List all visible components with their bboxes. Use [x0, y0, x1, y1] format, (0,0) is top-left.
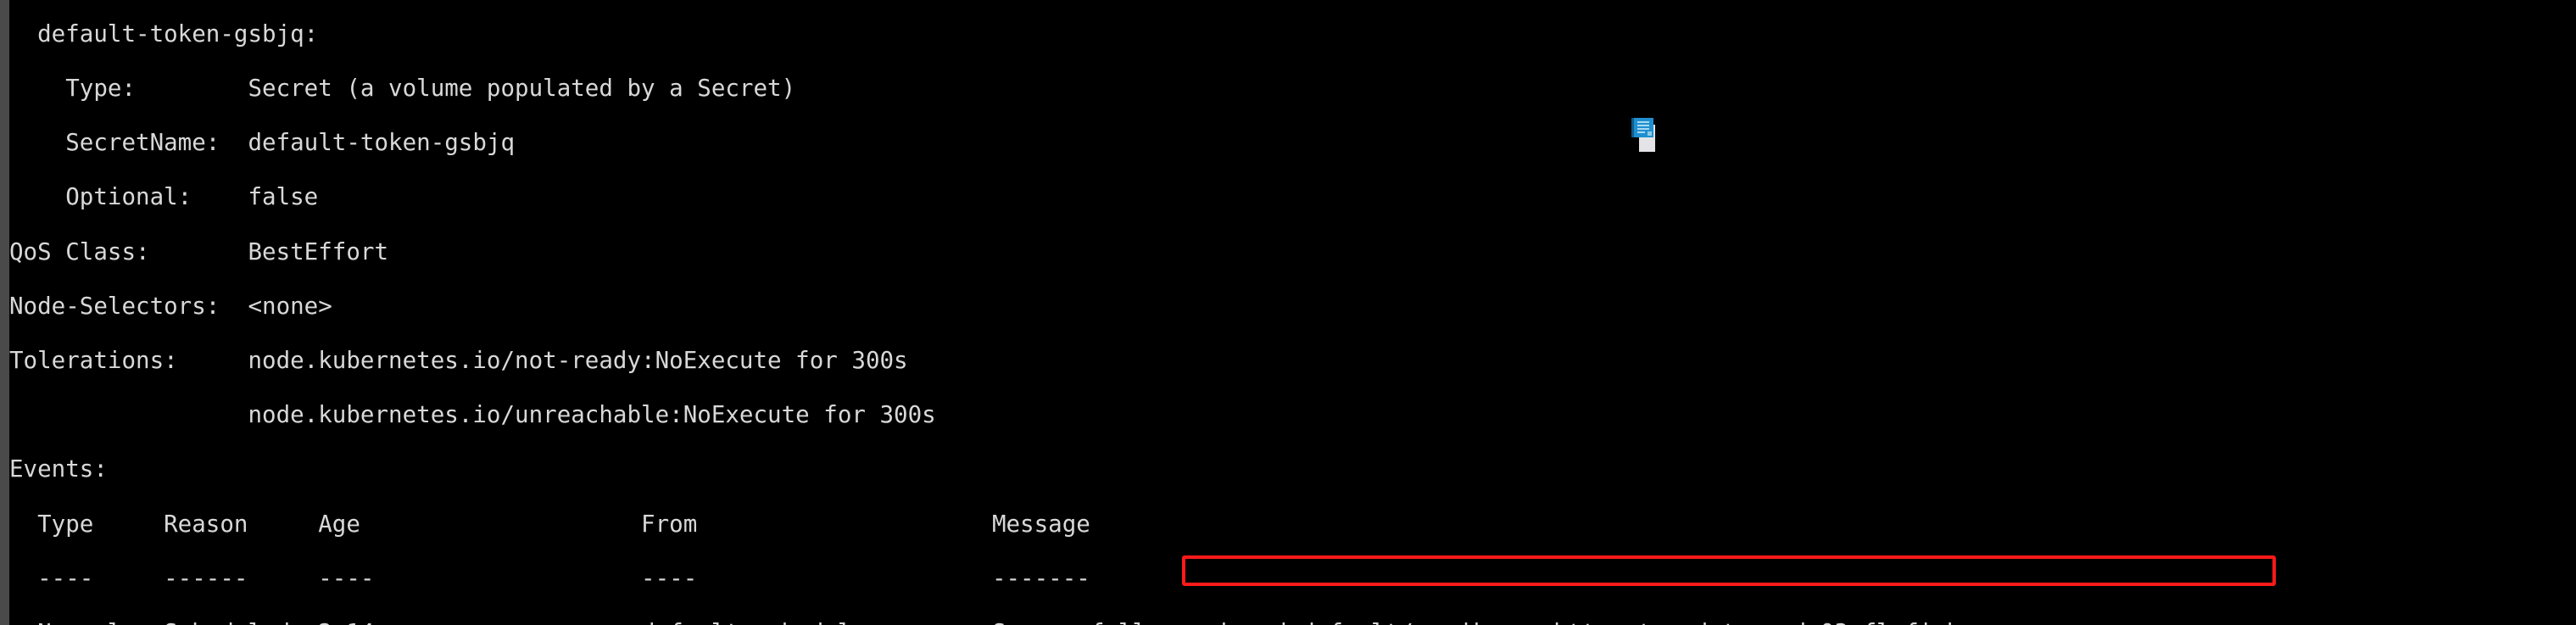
- document-badge-icon: [1631, 118, 1655, 152]
- output-line: Type: Secret (a volume populated by a Se…: [9, 75, 796, 103]
- terminal-screen[interactable]: default-token-gsbjq: Type: Secret (a vol…: [9, 0, 2576, 625]
- output-line: SecretName: default-token-gsbjq: [9, 129, 516, 157]
- output-line: default-token-gsbjq:: [9, 20, 319, 47]
- terminal-scrollbar-thumb[interactable]: [0, 0, 9, 625]
- document-badge-line: [1637, 125, 1649, 126]
- events-section-label: Events:: [9, 455, 108, 483]
- output-line: Tolerations: node.kubernetes.io/not-read…: [9, 347, 908, 375]
- output-line: node.kubernetes.io/unreachable:NoExecute…: [9, 401, 936, 429]
- events-table-header: Type Reason Age From Message: [9, 510, 1090, 538]
- output-line: QoS Class: BestEffort: [9, 237, 389, 265]
- document-badge-corner: [1648, 131, 1652, 136]
- events-table-rule: ---- ------ ---- ---- -------: [9, 564, 1090, 592]
- terminal-window: default-token-gsbjq: Type: Secret (a vol…: [0, 0, 2576, 625]
- document-badge-line: [1637, 128, 1649, 130]
- document-badge-line: [1637, 121, 1649, 123]
- output-line: Node-Selectors: <none>: [9, 292, 332, 320]
- output-line: Optional: false: [9, 183, 319, 211]
- terminal-output: default-token-gsbjq: Type: Secret (a vol…: [9, 0, 1960, 625]
- document-badge-page-front: [1631, 118, 1653, 137]
- document-badge-line: [1637, 131, 1645, 133]
- terminal-scrollbar[interactable]: [0, 0, 9, 625]
